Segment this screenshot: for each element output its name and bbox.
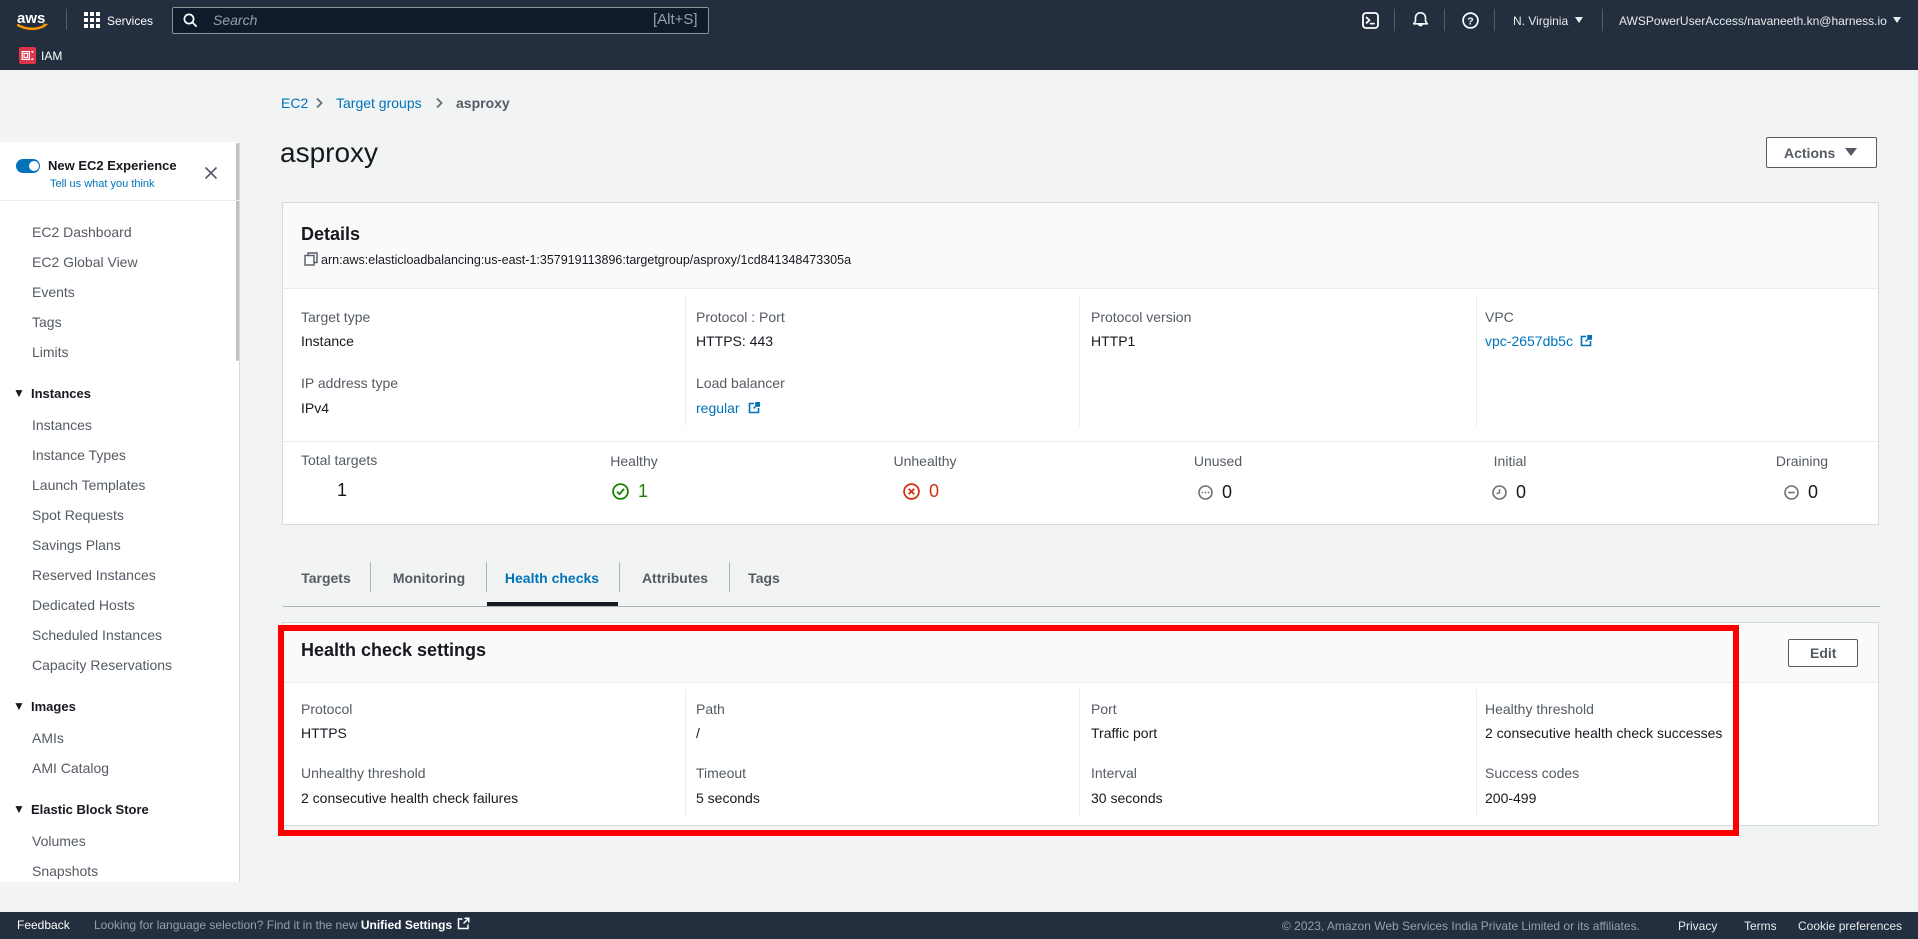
svg-text:aws: aws xyxy=(17,10,45,27)
svg-text:?: ? xyxy=(1467,15,1473,27)
